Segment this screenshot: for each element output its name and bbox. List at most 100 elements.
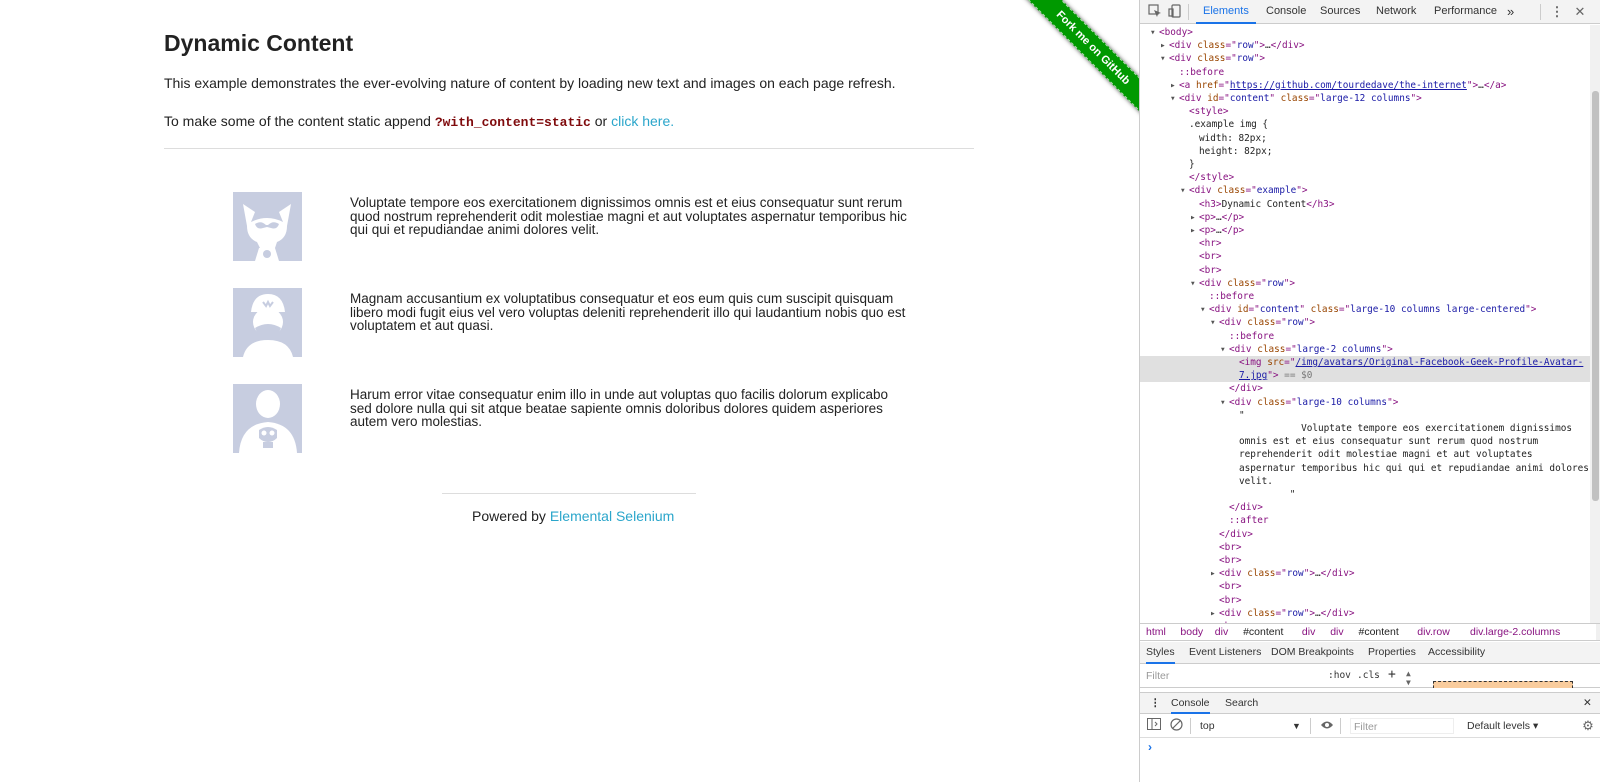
dom-tree-node[interactable]: <img src="/img/avatars/Original-Facebook… [1140, 356, 1590, 370]
breadcrumb-item[interactable]: html [1146, 624, 1166, 640]
tab-accessibility[interactable]: Accessibility [1428, 642, 1485, 664]
tab-sources[interactable]: Sources [1313, 0, 1367, 24]
dom-tree-node[interactable]: " [1140, 488, 1590, 501]
console-prompt[interactable]: › [1148, 740, 1152, 754]
breadcrumb-item[interactable]: body [1180, 624, 1203, 640]
collapsed-triangle-icon[interactable]: ▸ [1170, 79, 1179, 92]
tab-event-listeners[interactable]: Event Listeners [1189, 642, 1261, 664]
scrollbar-thumb[interactable] [1592, 91, 1599, 501]
dom-tree-node[interactable]: <h3>Dynamic Content</h3> [1140, 198, 1590, 211]
fork-ribbon[interactable]: Fork me on GitHub [1008, 0, 1139, 131]
breadcrumb-item[interactable]: #content [1243, 624, 1283, 640]
new-style-rule-button[interactable]: + [1388, 667, 1396, 682]
context-selector[interactable]: top ▼ [1200, 719, 1301, 734]
dom-tree-node[interactable]: <br> [1140, 264, 1590, 277]
elemental-selenium-link[interactable]: Elemental Selenium [550, 508, 675, 524]
dom-tree-node[interactable]: ▾ <div id="content" class="large-10 colum… [1140, 303, 1590, 316]
dom-tree-node[interactable]: ▾ <div class="row"> [1140, 316, 1590, 329]
dom-tree-node[interactable]: velit. [1140, 475, 1590, 488]
tab-performance[interactable]: Performance [1427, 0, 1504, 24]
dom-tree-node[interactable]: ▸ <div class="row">…</div> [1140, 567, 1590, 580]
dom-tree-node[interactable]: } [1140, 158, 1590, 171]
expanded-triangle-icon[interactable]: ▾ [1190, 277, 1199, 290]
dom-tree[interactable]: ▾ <body> ▸ <div class="row">…</div> ▾ <div cl… [1140, 25, 1590, 623]
breadcrumb-item[interactable]: div [1330, 624, 1343, 640]
breadcrumb-item[interactable]: div.large-2.columns [1470, 624, 1560, 640]
collapsed-triangle-icon[interactable]: ▸ [1190, 211, 1199, 224]
expanded-triangle-icon[interactable]: ▾ [1200, 303, 1209, 316]
dom-tree-node[interactable]: </div> [1140, 501, 1590, 514]
dom-tree-node[interactable]: " [1140, 409, 1590, 422]
dom-tree-node[interactable]: <br> [1140, 580, 1590, 593]
dom-tree-node[interactable]: ▾ <div class="row"> [1140, 277, 1590, 290]
dom-tree-node[interactable]: ▸ <div class="row">…</div> [1140, 39, 1590, 52]
expanded-triangle-icon[interactable]: ▾ [1180, 184, 1189, 197]
dom-tree-node[interactable]: .example img { [1140, 118, 1590, 131]
dom-tree-scrollbar[interactable] [1590, 25, 1600, 623]
dom-tree-node[interactable]: ::before [1140, 330, 1590, 343]
dom-tree-node[interactable]: omnis est et eius consequatur sunt rerum… [1140, 435, 1590, 448]
dom-tree-node[interactable]: ▾ <body> [1140, 26, 1590, 39]
dom-tree-node[interactable]: ▾ <div class="example"> [1140, 184, 1590, 197]
hov-toggle[interactable]: :hov [1328, 670, 1351, 681]
expanded-triangle-icon[interactable]: ▾ [1210, 316, 1219, 329]
drawer-close-icon[interactable]: ✕ [1583, 693, 1592, 714]
dom-tree-node[interactable]: ▸ <p>…</p> [1140, 211, 1590, 224]
drawer-menu-icon[interactable]: ⋮ [1150, 693, 1161, 714]
collapsed-triangle-icon[interactable]: ▸ [1190, 224, 1199, 237]
dom-tree-node[interactable]: ▾ <div class="large-10 columns"> [1140, 396, 1590, 409]
dom-tree-node[interactable]: ▾ <div class="large-2 columns"> [1140, 343, 1590, 356]
breadcrumb-item[interactable]: img [1595, 624, 1600, 640]
breadcrumb-item[interactable]: div [1302, 624, 1315, 640]
dom-tree-node[interactable]: ▸ <a href="https://github.com/tourdedave/… [1140, 79, 1590, 92]
dom-tree-node[interactable]: reprehenderit odit molestiae magni et au… [1140, 448, 1590, 461]
console-filter-input[interactable]: Filter [1350, 718, 1454, 734]
dom-tree-node[interactable]: ::before [1140, 66, 1590, 79]
sidebar-toggle-icon[interactable] [1146, 718, 1162, 734]
scroll-arrows-icon[interactable]: ▲ ▼ [1406, 669, 1411, 687]
log-levels-dropdown[interactable]: Default levels ▾ [1467, 719, 1538, 734]
breadcrumb-item[interactable]: div.row [1417, 624, 1449, 640]
tab-network[interactable]: Network [1369, 0, 1423, 24]
dom-tree-node[interactable]: </style> [1140, 171, 1590, 184]
dom-tree-node[interactable]: ▾ <div class="row"> [1140, 52, 1590, 65]
click-here-link[interactable]: click here. [611, 113, 674, 129]
more-tabs-button[interactable]: » [1500, 0, 1521, 24]
gear-icon[interactable]: ⚙ [1580, 718, 1596, 734]
dom-tree-node[interactable]: aspernatur temporibus hic qui qui et rep… [1140, 462, 1590, 475]
dom-tree-node[interactable]: <br> [1140, 541, 1590, 554]
eye-icon[interactable] [1319, 718, 1335, 734]
tab-dom-breakpoints[interactable]: DOM Breakpoints [1271, 642, 1354, 664]
dom-tree-node[interactable]: height: 82px; [1140, 145, 1590, 158]
dom-tree-node[interactable]: ▾ <div id="content" class="large-12 colum… [1140, 92, 1590, 105]
breadcrumb-item[interactable]: #content [1359, 624, 1399, 640]
inspect-element-icon[interactable] [1147, 4, 1163, 20]
clear-console-icon[interactable] [1168, 718, 1184, 734]
dom-tree-node[interactable]: Voluptate tempore eos exercitationem dig… [1140, 422, 1590, 435]
cls-toggle[interactable]: .cls [1357, 670, 1380, 681]
dom-tree-node[interactable]: ::after [1140, 514, 1590, 527]
expanded-triangle-icon[interactable]: ▾ [1170, 92, 1179, 105]
fork-ribbon-label[interactable]: Fork me on GitHub [1017, 0, 1139, 124]
tab-elements[interactable]: Elements [1196, 0, 1256, 24]
dom-tree-node[interactable]: <style> [1140, 105, 1590, 118]
styles-filter-input[interactable]: Filter [1144, 668, 1320, 684]
expanded-triangle-icon[interactable]: ▾ [1220, 396, 1229, 409]
dom-tree-node[interactable]: </div> [1140, 382, 1590, 395]
expanded-triangle-icon[interactable]: ▾ [1220, 343, 1229, 356]
drawer-tab-search[interactable]: Search [1225, 693, 1258, 714]
dom-tree-node[interactable]: </div> [1140, 528, 1590, 541]
drawer-tab-console[interactable]: Console [1171, 693, 1210, 714]
collapsed-triangle-icon[interactable]: ▸ [1160, 39, 1169, 52]
dom-tree-node[interactable]: 7.jpg"> == $0 [1140, 369, 1590, 383]
dom-tree-node[interactable]: <hr> [1140, 237, 1590, 250]
dom-tree-node[interactable]: ▸ <p>…</p> [1140, 224, 1590, 237]
expanded-triangle-icon[interactable]: ▾ [1150, 26, 1159, 39]
dom-tree-node[interactable]: <br> [1140, 554, 1590, 567]
dom-tree-node[interactable]: ::before [1140, 290, 1590, 303]
collapsed-triangle-icon[interactable]: ▸ [1210, 567, 1219, 580]
expanded-triangle-icon[interactable]: ▾ [1160, 52, 1169, 65]
dom-tree-node[interactable]: <br> [1140, 250, 1590, 263]
device-toolbar-icon[interactable] [1167, 4, 1183, 20]
tab-styles[interactable]: Styles [1146, 642, 1175, 664]
